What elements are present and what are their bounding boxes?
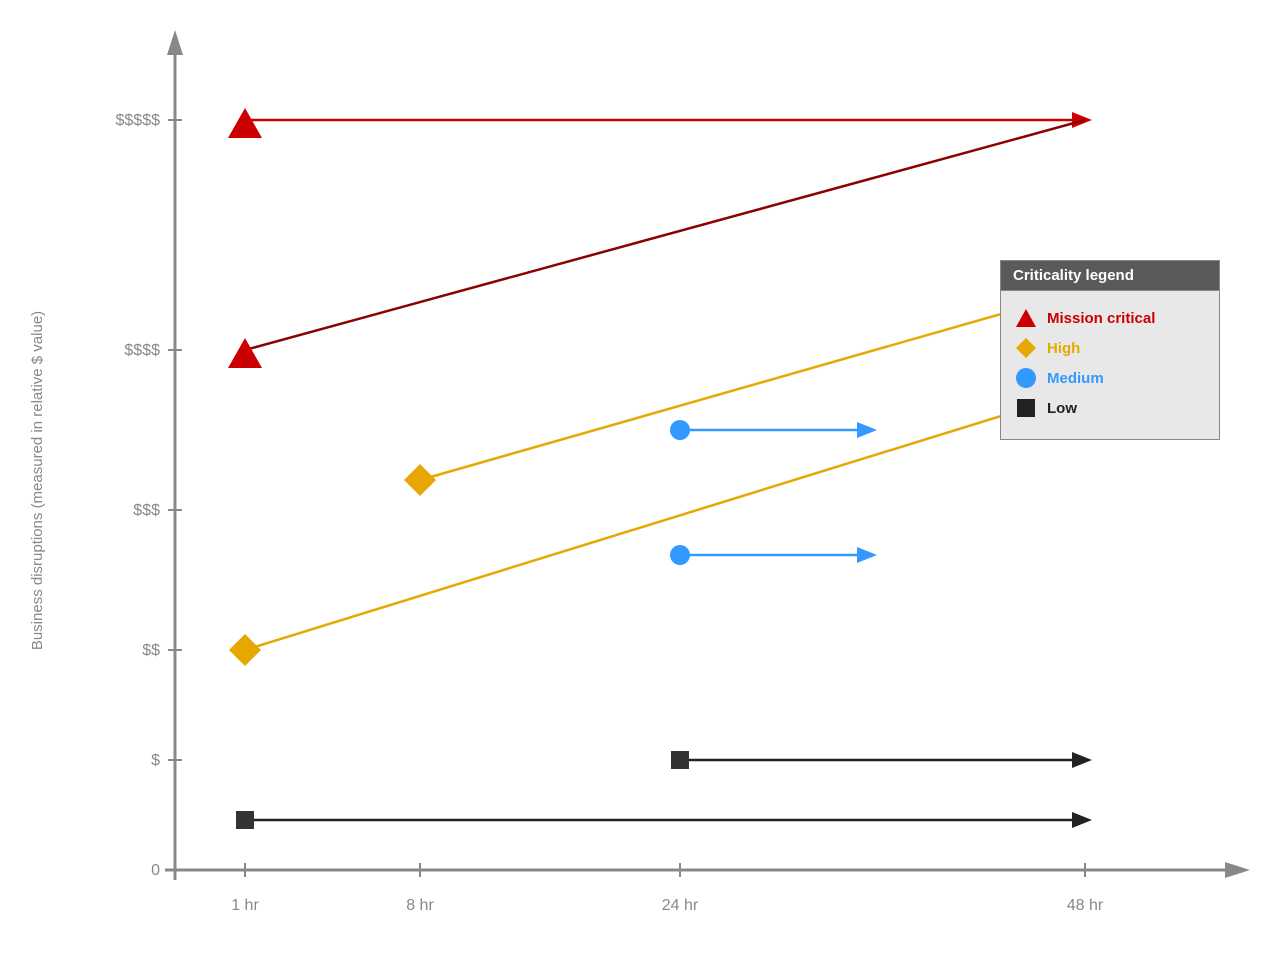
legend-body: Mission critical High Medium xyxy=(1001,291,1219,439)
legend-item-medium: Medium xyxy=(1015,367,1205,389)
svg-text:24 hr: 24 hr xyxy=(662,897,699,914)
high-icon xyxy=(1015,337,1037,359)
svg-text:48 hr: 48 hr xyxy=(1067,897,1104,914)
low-top-arrow xyxy=(1072,752,1092,768)
legend-label-high: High xyxy=(1047,340,1080,357)
y-axis-label: Business disruptions (measured in relati… xyxy=(30,311,47,650)
mission-critical-bottom-line xyxy=(245,120,1085,350)
svg-text:$: $ xyxy=(151,752,160,769)
medium-bottom-marker xyxy=(670,545,690,565)
legend-box: Criticality legend Mission critical High xyxy=(1000,260,1220,440)
legend-label-medium: Medium xyxy=(1047,370,1104,387)
medium-top-marker xyxy=(670,420,690,440)
y-axis-arrow xyxy=(167,30,183,55)
x-axis-arrow xyxy=(1225,862,1250,878)
legend-item-low: Low xyxy=(1015,397,1205,419)
low-top-marker xyxy=(671,751,689,769)
svg-text:0: 0 xyxy=(151,862,160,879)
high-top-line xyxy=(420,290,1085,480)
high-bottom-line xyxy=(245,390,1085,650)
medium-bottom-arrow xyxy=(857,547,877,563)
mission-critical-bottom-marker xyxy=(228,338,262,368)
low-icon xyxy=(1015,397,1037,419)
low-bottom-arrow xyxy=(1072,812,1092,828)
legend-title: Criticality legend xyxy=(1001,261,1219,291)
high-bottom-marker xyxy=(229,634,261,666)
low-bottom-marker xyxy=(236,811,254,829)
legend-label-mission-critical: Mission critical xyxy=(1047,310,1155,327)
chart-container: 0 $ $$ $$$ $$$$ $$$$$ 1 hr 8 hr 24 hr 48… xyxy=(0,0,1275,961)
mission-critical-icon xyxy=(1015,307,1037,329)
svg-text:8 hr: 8 hr xyxy=(406,897,434,914)
legend-item-high: High xyxy=(1015,337,1205,359)
svg-text:$$$$: $$$$ xyxy=(124,342,160,359)
medium-top-arrow xyxy=(857,422,877,438)
mission-critical-top-marker xyxy=(228,108,262,138)
svg-text:$$$$$: $$$$$ xyxy=(116,112,161,129)
svg-text:$$$: $$$ xyxy=(133,502,160,519)
svg-text:$$: $$ xyxy=(142,642,160,659)
main-chart: 0 $ $$ $$$ $$$$ $$$$$ 1 hr 8 hr 24 hr 48… xyxy=(0,0,1275,961)
medium-icon xyxy=(1015,367,1037,389)
legend-label-low: Low xyxy=(1047,400,1077,417)
svg-text:1 hr: 1 hr xyxy=(231,897,259,914)
legend-item-mission-critical: Mission critical xyxy=(1015,307,1205,329)
high-top-marker xyxy=(404,464,436,496)
